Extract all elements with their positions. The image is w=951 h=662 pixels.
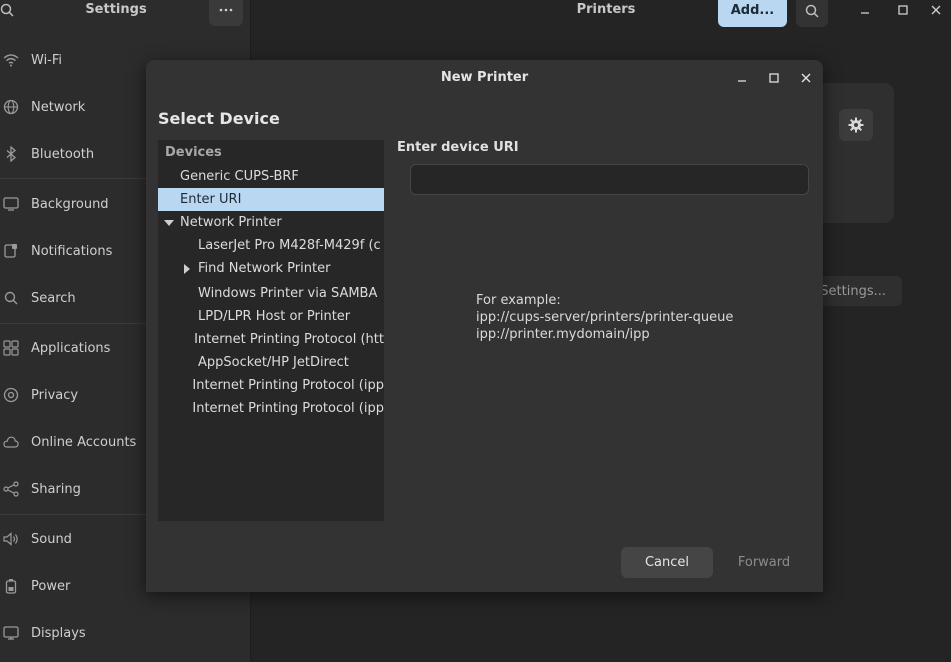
share-icon — [2, 480, 20, 498]
devices-column-header: Devices — [165, 145, 222, 160]
device-item-selected[interactable]: Enter URI — [158, 188, 384, 211]
applications-icon — [2, 339, 20, 357]
example-line: For example: — [476, 293, 561, 308]
device-item[interactable]: Windows Printer via SAMBA — [158, 282, 384, 305]
sidebar-item-label: Sound — [31, 531, 72, 547]
add-printer-button[interactable]: Add... — [718, 0, 787, 27]
uri-field-label: Enter device URI — [397, 140, 519, 155]
bluetooth-icon — [2, 145, 20, 163]
expanded-arrow-icon[interactable] — [162, 219, 176, 226]
device-label: LPD/LPR Host or Printer — [198, 309, 351, 324]
cancel-button[interactable]: Cancel — [621, 547, 713, 578]
dialog-close-button[interactable] — [796, 68, 816, 88]
cloud-icon — [2, 433, 20, 451]
minimize-icon — [738, 80, 746, 82]
minimize-icon — [861, 12, 869, 14]
printers-title: Printers — [576, 2, 636, 17]
device-label: Internet Printing Protocol (ipp — [192, 401, 384, 416]
sidebar-item-label: Applications — [31, 340, 111, 356]
gear-icon — [848, 117, 864, 133]
device-uri-input[interactable] — [410, 164, 809, 195]
device-label: Internet Printing Protocol (ipp — [192, 378, 384, 393]
sidebar-item-displays[interactable]: Displays — [0, 613, 250, 653]
device-label: Generic CUPS-BRF — [180, 169, 299, 184]
battery-icon — [2, 577, 20, 595]
device-list[interactable]: Devices Generic CUPS-BRF Enter URI Netwo… — [158, 140, 384, 521]
device-item[interactable]: Internet Printing Protocol (htt — [158, 328, 384, 351]
device-label: Find Network Printer — [198, 261, 331, 276]
collapsed-arrow-icon[interactable] — [180, 263, 194, 274]
new-printer-dialog: New Printer Select Device Devices Generi… — [146, 60, 823, 592]
device-item[interactable]: LPD/LPR Host or Printer — [158, 305, 384, 328]
notifications-icon — [2, 242, 20, 260]
sidebar-item-label: Sharing — [31, 481, 81, 497]
display-icon — [2, 624, 20, 642]
device-label: Internet Printing Protocol (htt — [194, 332, 384, 347]
dialog-minimize-button[interactable] — [732, 68, 752, 88]
device-item[interactable]: AppSocket/HP JetDirect — [158, 351, 384, 374]
sidebar-item-label: Bluetooth — [31, 146, 95, 162]
background-icon — [2, 195, 20, 213]
device-item[interactable]: Generic CUPS-BRF — [158, 165, 384, 188]
sidebar-title: Settings — [85, 2, 147, 17]
printers-search-button[interactable] — [796, 0, 828, 27]
sidebar-item-label: Search — [31, 290, 76, 306]
sidebar-item-label: Privacy — [31, 387, 79, 403]
uri-example-text: For example: ipp://cups-server/printers/… — [476, 292, 733, 343]
wifi-icon — [2, 51, 20, 69]
close-icon — [801, 73, 811, 83]
device-group-find-network-printer[interactable]: Find Network Printer — [158, 257, 384, 280]
maximize-icon — [898, 5, 908, 15]
sidebar-item-label: Displays — [31, 625, 86, 641]
device-group-network-printer[interactable]: Network Printer — [158, 211, 384, 234]
device-item[interactable]: Internet Printing Protocol (ipp — [158, 374, 384, 397]
close-icon — [931, 5, 941, 15]
select-device-heading: Select Device — [158, 109, 280, 128]
more-icon — [219, 8, 233, 12]
sidebar-menu-button[interactable] — [209, 0, 243, 26]
device-item[interactable]: Internet Printing Protocol (ipp — [158, 397, 384, 420]
privacy-icon — [2, 386, 20, 404]
example-line: ipp://printer.mydomain/ipp — [476, 327, 650, 342]
printer-options-button[interactable] — [839, 109, 873, 141]
device-label: AppSocket/HP JetDirect — [198, 355, 349, 370]
search-icon — [805, 4, 819, 18]
sidebar-header: Settings — [0, 0, 250, 36]
maximize-icon — [769, 73, 779, 83]
dialog-maximize-button[interactable] — [764, 68, 784, 88]
sidebar-item-label: Wi-Fi — [31, 52, 63, 68]
sidebar-item-label: Network — [31, 99, 86, 115]
device-label: Network Printer — [180, 215, 282, 230]
minimize-window-button[interactable] — [853, 0, 877, 22]
example-line: ipp://cups-server/printers/printer-queue — [476, 310, 734, 325]
forward-button[interactable]: Forward — [723, 547, 805, 578]
sidebar-item-label: Power — [31, 578, 71, 594]
search-icon — [2, 289, 20, 307]
device-label: Windows Printer via SAMBA — [198, 286, 378, 301]
sidebar-item-label: Notifications — [31, 243, 113, 259]
sidebar-item-label: Background — [31, 196, 109, 212]
dialog-title: New Printer — [440, 70, 529, 85]
network-icon — [2, 98, 20, 116]
close-window-button[interactable] — [924, 0, 948, 22]
speaker-icon — [2, 530, 20, 548]
maximize-window-button[interactable] — [891, 0, 915, 22]
device-label: Enter URI — [180, 192, 242, 207]
sidebar-item-label: Online Accounts — [31, 434, 137, 450]
device-label: LaserJet Pro M428f-M429f (c — [198, 238, 381, 253]
device-item[interactable]: LaserJet Pro M428f-M429f (c — [158, 234, 384, 257]
